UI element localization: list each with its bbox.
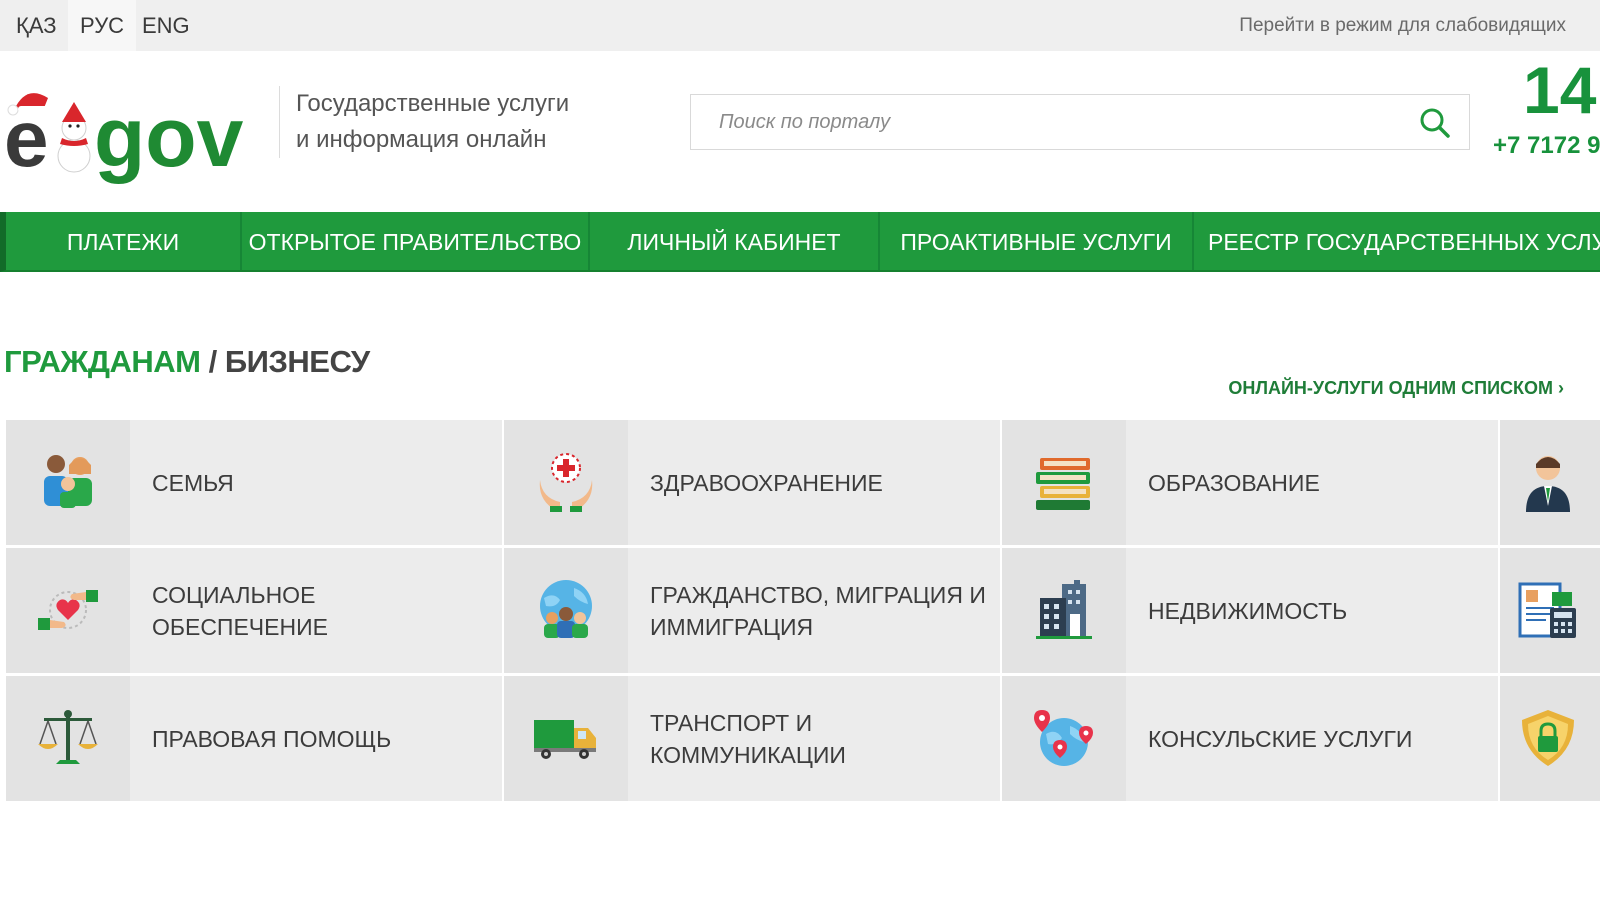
shield-lock-icon: [1522, 710, 1574, 766]
category-transport[interactable]: ТРАНСПОРТ И КОММУНИКАЦИИ: [504, 676, 1000, 801]
all-services-link[interactable]: ОНЛАЙН-УСЛУГИ ОДНИМ СПИСКОМ ›: [1228, 378, 1564, 399]
tagline-line-1: Государственные услуги: [296, 90, 570, 117]
tagline-line-2: и информация онлайн: [296, 126, 547, 153]
category-label: СОЦИАЛЬНОЕ ОБЕСПЕЧЕНИЕ: [152, 581, 328, 640]
category-family[interactable]: СЕМЬЯ: [6, 420, 502, 545]
category-label: ЗДРАВООХРАНЕНИЕ: [650, 469, 883, 496]
tab-business[interactable]: БИЗНЕСУ: [225, 344, 370, 379]
logo-text: gov: [94, 90, 244, 184]
category-healthcare[interactable]: ЗДРАВООХРАНЕНИЕ: [504, 420, 1000, 545]
section-title: ГРАЖДАНАМ / БИЗНЕСУ: [4, 344, 370, 380]
nav-item-payments[interactable]: ПЛАТЕЖИ: [6, 212, 240, 270]
tab-citizens[interactable]: ГРАЖДАНАМ: [4, 344, 201, 379]
category-label: СЕМЬЯ: [152, 469, 234, 496]
category-legal-aid[interactable]: ПРАВОВАЯ ПОМОЩЬ: [6, 676, 502, 801]
tagline: Государственные услуги и информация онла…: [296, 86, 569, 158]
lang-eng[interactable]: ENG: [130, 0, 202, 51]
social-care-icon: [38, 590, 98, 630]
top-bar: ҚАЗ РУС ENG Перейти в режим для слабовид…: [0, 0, 1600, 51]
calculator-document-icon: [1518, 582, 1576, 638]
logo-divider: [279, 86, 280, 158]
lang-rus[interactable]: РУС: [68, 0, 137, 51]
nav-item-services-registry[interactable]: РЕЕСТР ГОСУДАРСТВЕННЫХ УСЛУГ: [1194, 212, 1600, 270]
category-education[interactable]: ОБРАЗОВАНИЕ: [1002, 420, 1498, 545]
category-citizenship-migration[interactable]: ГРАЖДАНСТВО, МИГРАЦИЯ И ИММИГРАЦИЯ: [504, 548, 1000, 673]
globe-pins-icon: [1034, 710, 1093, 766]
tab-separator: /: [208, 344, 218, 379]
scales-icon: [38, 710, 98, 764]
search-box: [690, 94, 1470, 150]
category-label: ГРАЖДАНСТВО, МИГРАЦИЯ И ИММИГРАЦИЯ: [650, 581, 986, 640]
egov-logo[interactable]: e gov: [4, 78, 266, 190]
search-input[interactable]: [691, 95, 1391, 149]
category-social-security[interactable]: СОЦИАЛЬНОЕ ОБЕСПЕЧЕНИЕ: [6, 548, 502, 673]
globe-people-icon: [540, 580, 592, 638]
category-employment[interactable]: [1500, 420, 1600, 545]
category-label: КОНСУЛЬСКИЕ УСЛУГИ: [1148, 725, 1413, 752]
nav-item-open-government[interactable]: ОТКРЫТОЕ ПРАВИТЕЛЬСТВО: [242, 212, 588, 270]
category-security[interactable]: [1500, 676, 1600, 801]
category-label: НЕДВИЖИМОСТЬ: [1148, 597, 1348, 624]
employee-icon: [1526, 456, 1570, 512]
category-taxes[interactable]: [1500, 548, 1600, 673]
family-icon: [44, 455, 92, 508]
low-vision-mode-link[interactable]: Перейти в режим для слабовидящих: [1239, 0, 1566, 51]
svg-text:e: e: [4, 94, 49, 183]
category-label: ТРАНСПОРТ И КОММУНИКАЦИИ: [650, 709, 846, 768]
hotline-number: 14: [1523, 53, 1597, 127]
category-consular[interactable]: КОНСУЛЬСКИЕ УСЛУГИ: [1002, 676, 1498, 801]
healthcare-icon: [539, 453, 593, 512]
buildings-icon: [1036, 580, 1092, 639]
category-label: ОБРАЗОВАНИЕ: [1148, 469, 1320, 496]
nav-item-proactive-services[interactable]: ПРОАКТИВНЫЕ УСЛУГИ: [880, 212, 1192, 270]
lang-kaz[interactable]: ҚАЗ: [4, 0, 69, 51]
nav-item-personal-account[interactable]: ЛИЧНЫЙ КАБИНЕТ: [590, 212, 878, 270]
search-icon[interactable]: [1419, 107, 1451, 139]
truck-icon: [534, 720, 596, 759]
category-real-estate[interactable]: НЕДВИЖИМОСТЬ: [1002, 548, 1498, 673]
main-nav: ПЛАТЕЖИ ОТКРЫТОЕ ПРАВИТЕЛЬСТВО ЛИЧНЫЙ КА…: [0, 212, 1600, 272]
category-label: ПРАВОВАЯ ПОМОЩЬ: [152, 725, 392, 752]
hotline-phone[interactable]: +7 7172 9: [1493, 132, 1600, 160]
books-icon: [1036, 458, 1090, 510]
